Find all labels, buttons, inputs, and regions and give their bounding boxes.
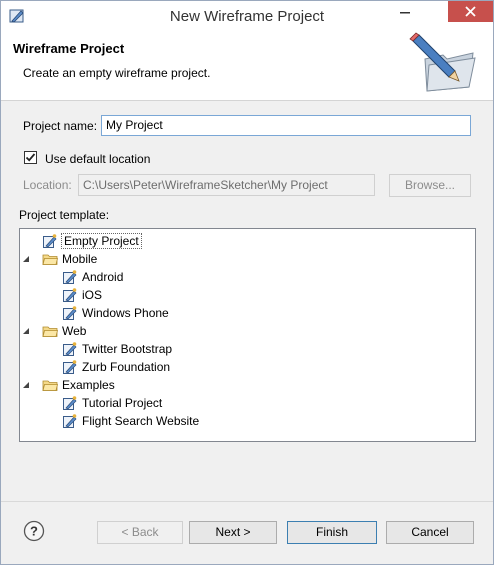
tree-item-empty-project[interactable]: Empty Project [42, 232, 142, 250]
tree-item-mobile[interactable]: Mobile [23, 250, 98, 268]
tree-item-label: Web [62, 324, 87, 338]
wireframe-project-icon [62, 413, 78, 429]
title-bar[interactable]: New Wireframe Project [1, 1, 493, 31]
project-template-tree[interactable]: Empty Project Mobile Android iOS Windows Pho… [19, 228, 476, 442]
dialog-window: New Wireframe Project Wireframe Project … [0, 0, 494, 565]
tree-item-label: Twitter Bootstrap [82, 342, 173, 356]
tree-item-label: Mobile [62, 252, 98, 266]
expand-arrow-icon[interactable] [23, 250, 40, 268]
window-title: New Wireframe Project [169, 8, 325, 25]
tree-item-label: iOS [82, 288, 103, 302]
project-template-label: Project template: [19, 208, 110, 222]
tree-item-tutorial-project[interactable]: Tutorial Project [62, 394, 162, 412]
tree-item-label: Tutorial Project [82, 396, 163, 410]
expand-arrow-icon[interactable] [23, 322, 40, 340]
folder-icon [42, 377, 58, 393]
wireframe-project-icon [62, 341, 78, 357]
checkmark-icon [25, 153, 36, 162]
tree-item-label: Zurb Foundation [82, 360, 171, 374]
wireframe-project-icon [62, 305, 78, 321]
tree-item-android[interactable]: Android [62, 268, 123, 286]
tree-item-windows-phone[interactable]: Windows Phone [62, 304, 169, 322]
use-default-location-label: Use default location [45, 152, 151, 166]
location-input: C:\Users\Peter\WireframeSketcher\My Proj… [78, 174, 375, 196]
footer-separator [1, 501, 493, 502]
tree-item-flight-search-website[interactable]: Flight Search Website [62, 412, 199, 430]
location-label: Location: [23, 178, 72, 192]
tree-item-zurb-foundation[interactable]: Zurb Foundation [62, 358, 170, 376]
next-button[interactable]: Next > [189, 521, 277, 544]
wizard-banner: Wireframe Project Create an empty wirefr… [1, 31, 493, 101]
browse-button: Browse... [389, 174, 471, 197]
folder-icon [42, 251, 58, 267]
banner-description: Create an empty wireframe project. [23, 66, 211, 80]
finish-button[interactable]: Finish [287, 521, 377, 544]
wireframe-project-icon [42, 233, 58, 249]
help-icon[interactable]: ? [23, 520, 45, 542]
folder-icon [42, 323, 58, 339]
wireframe-project-icon [62, 359, 78, 375]
tree-item-label: Flight Search Website [82, 414, 200, 428]
tree-item-label: Android [82, 270, 124, 284]
tree-item-label: Examples [62, 378, 115, 392]
pencil-folder-icon [409, 32, 476, 92]
tree-item-examples[interactable]: Examples [23, 376, 115, 394]
tree-item-ios[interactable]: iOS [62, 286, 102, 304]
cancel-button[interactable]: Cancel [386, 521, 474, 544]
tree-item-label: Windows Phone [82, 306, 169, 320]
wireframe-project-icon [62, 395, 78, 411]
tree-item-label: Empty Project [61, 233, 142, 249]
wireframe-project-icon [62, 287, 78, 303]
minimize-icon[interactable] [391, 1, 419, 23]
expand-arrow-icon[interactable] [23, 376, 40, 394]
close-icon[interactable] [448, 1, 493, 22]
use-default-location-checkbox[interactable] [24, 151, 37, 164]
tree-item-web[interactable]: Web [23, 322, 87, 340]
project-name-label: Project name: [23, 119, 98, 133]
wireframe-project-icon [62, 269, 78, 285]
svg-text:?: ? [30, 524, 38, 539]
back-button: < Back [97, 521, 183, 544]
tree-item-twitter-bootstrap[interactable]: Twitter Bootstrap [62, 340, 172, 358]
banner-title: Wireframe Project [13, 41, 125, 56]
project-name-input[interactable]: My Project [101, 115, 471, 136]
